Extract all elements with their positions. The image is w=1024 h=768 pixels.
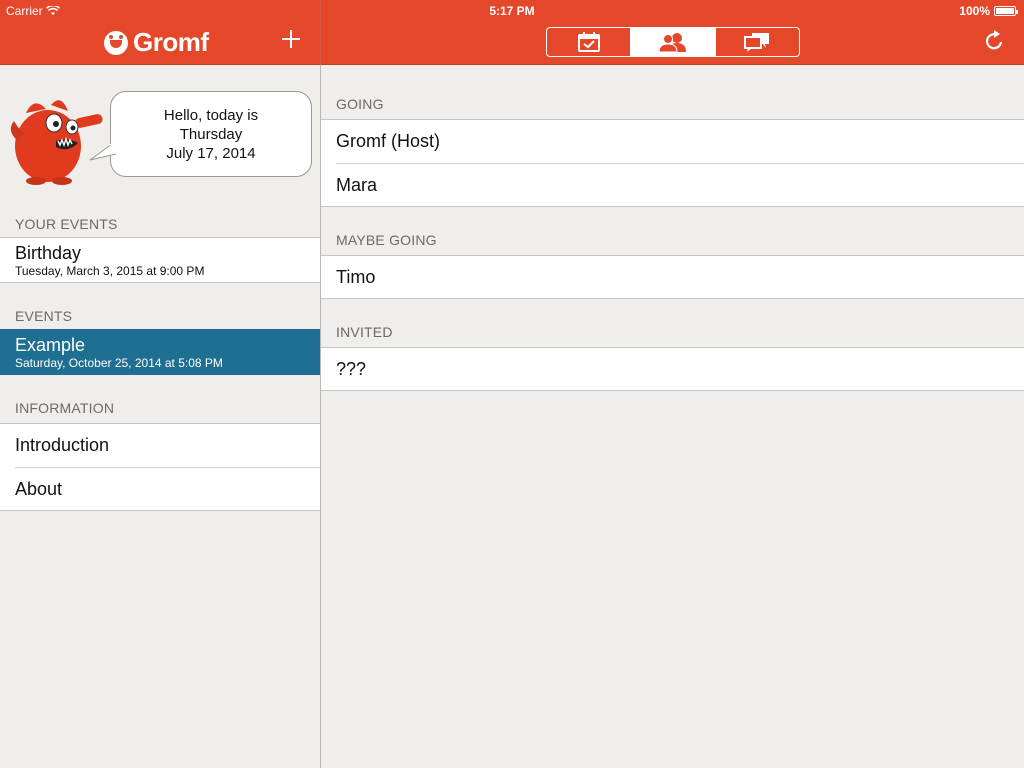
events-header: EVENTS [15, 308, 73, 324]
list-item[interactable]: Birthday Tuesday, March 3, 2015 at 9:00 … [0, 237, 320, 283]
chat-bubbles-icon [744, 33, 770, 52]
list-item[interactable]: Mara [321, 164, 1024, 207]
navigation-bar: Carrier 5:17 PM 100% Gromf [0, 0, 1024, 768]
event-date: Tuesday, March 3, 2015 at 9:00 PM [15, 264, 205, 278]
event-title: Example [15, 335, 86, 355]
participant-name: Timo [336, 267, 376, 287]
gromf-face-icon [104, 30, 128, 55]
list-item[interactable]: Example Saturday, October 25, 2014 at 5:… [0, 329, 320, 375]
tab-participants[interactable] [631, 28, 716, 56]
battery-status: 100% [959, 4, 1018, 18]
battery-percent: 100% [959, 4, 990, 18]
list-item[interactable]: Introduction [0, 424, 320, 467]
tab-event-details[interactable] [547, 28, 632, 56]
event-date: Saturday, October 25, 2014 at 5:08 PM [15, 356, 223, 370]
list-item[interactable]: Gromf (Host) [321, 120, 1024, 163]
participant-name: Mara [336, 175, 378, 195]
participants-pane: GOING Gromf (Host) Mara MAYBE GOING Timo… [321, 66, 1024, 768]
gromf-monster-illustration [10, 100, 103, 185]
maybe-going-header: MAYBE GOING [336, 232, 437, 248]
battery-icon [994, 6, 1018, 16]
info-item-label: Introduction [15, 435, 110, 455]
clock: 5:17 PM [489, 4, 535, 18]
app-name: Gromf [133, 27, 209, 57]
app-logo: Gromf [104, 27, 209, 58]
greeting-date: July 17, 2014 [166, 144, 256, 162]
tab-chat[interactable] [716, 28, 799, 56]
list-item[interactable]: Timo [321, 255, 1024, 299]
going-list: Gromf (Host) Mara [321, 119, 1024, 207]
info-item-label: About [15, 479, 63, 499]
greeting-line: Hello, today is [163, 106, 259, 124]
view-segmented-control [546, 27, 800, 57]
greeting-speech-bubble: Hello, today is Thursday July 17, 2014 [110, 91, 312, 177]
greeting-weekday: Thursday [179, 125, 243, 143]
people-icon [658, 33, 686, 52]
event-title: Birthday [15, 243, 82, 263]
information-list: Introduction About [0, 423, 320, 511]
invited-header: INVITED [336, 324, 393, 340]
add-event-button[interactable] [280, 28, 302, 50]
speech-bubble-tail [89, 144, 118, 161]
refresh-icon[interactable] [982, 29, 1006, 53]
going-header: GOING [336, 96, 384, 112]
list-item[interactable]: ??? [321, 347, 1024, 391]
participant-name: Gromf (Host) [336, 131, 441, 151]
calendar-check-icon [577, 32, 600, 52]
sidebar: Hello, today is Thursday July 17, 2014 Y… [0, 66, 320, 768]
information-header: INFORMATION [15, 400, 115, 416]
list-item[interactable]: About [0, 468, 320, 511]
participant-name: ??? [336, 359, 367, 379]
your-events-header: YOUR EVENTS [15, 216, 118, 232]
